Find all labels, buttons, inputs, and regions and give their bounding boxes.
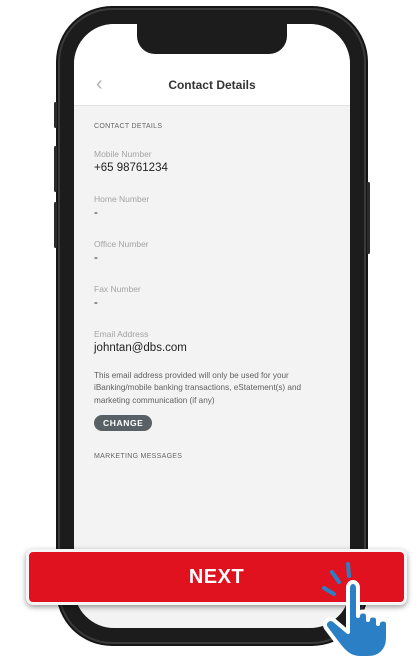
hand-pointer-icon	[322, 562, 390, 660]
change-button[interactable]: CHANGE	[94, 414, 153, 431]
field-label: Home Number	[94, 194, 150, 204]
field-label: Fax Number	[94, 284, 141, 294]
side-button	[54, 202, 57, 248]
field-value: johntan@dbs.com	[94, 342, 187, 354]
field-mobile-number: Mobile Number +65 98761234	[94, 149, 334, 174]
field-home-number: Home Number -	[94, 194, 334, 219]
side-button	[54, 146, 57, 192]
section-title-marketing: MARKETING MESSAGES	[94, 452, 183, 460]
page-title: Contact Details	[168, 78, 256, 92]
field-label: Email Address	[94, 329, 149, 339]
phone-screen: ‹ Contact Details CONTACT DETAILS Mobile…	[74, 24, 350, 628]
field-label: Mobile Number	[94, 149, 152, 159]
side-button	[367, 182, 370, 254]
section-title-contact: CONTACT DETAILS	[94, 123, 163, 130]
field-office-number: Office Number -	[94, 239, 334, 264]
notch	[137, 24, 287, 54]
field-value: +65 98761234	[94, 162, 168, 174]
field-value: -	[94, 207, 98, 219]
field-value: -	[94, 252, 98, 264]
phone-frame: ‹ Contact Details CONTACT DETAILS Mobile…	[54, 10, 370, 642]
field-email-address: Email Address johntan@dbs.com	[94, 329, 334, 354]
field-label: Office Number	[94, 239, 149, 249]
next-button-label: NEXT	[188, 565, 245, 588]
contact-details-content: CONTACT DETAILS Mobile Number +65 987612…	[94, 123, 334, 460]
field-fax-number: Fax Number -	[94, 284, 334, 309]
field-value: -	[94, 297, 98, 309]
side-button	[54, 102, 57, 128]
email-note: This email address provided will only be…	[94, 371, 302, 405]
